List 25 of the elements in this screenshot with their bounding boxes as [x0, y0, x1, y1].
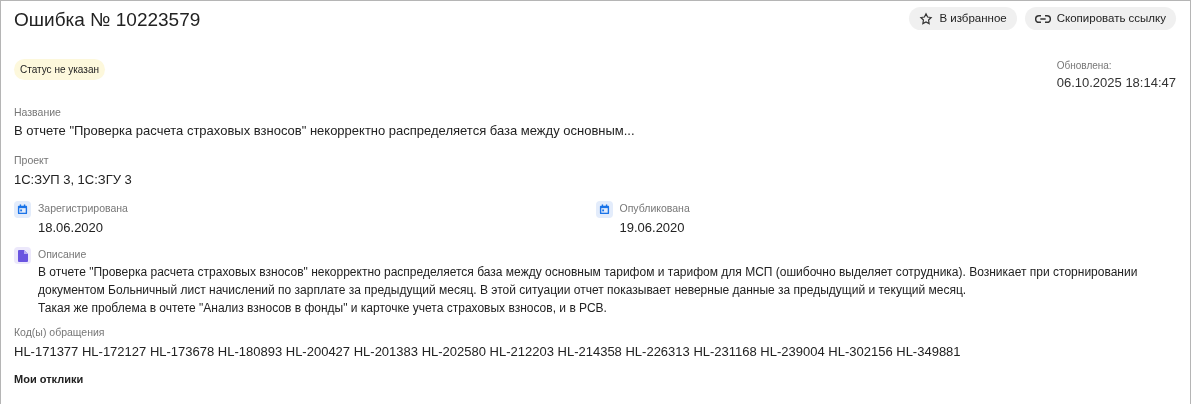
document-icon — [14, 247, 31, 265]
description-label: Описание — [38, 247, 88, 263]
project-label: Проект — [14, 152, 50, 168]
updated-label: Обновлена: — [1056, 59, 1113, 73]
description-text: В отчете "Проверка расчета страховых взносов" некорректно распределяется база между основным тарифом и тарифом для МСП (ошибочно выделяет сотрудника). Возникает при сторнировании документом Больничный лист начислений по зарплате за предыдущий месяц. В этой ситуации отчет показывает неверные данные за предыдущий и текущий месяц. — [38, 264, 1139, 299]
codes-value: HL-171377 HL-172127 HL-173678 HL-180893 HL-200427 HL-201383 HL-202580 HL-212203 HL-214358 HL-226313 HL-231168 HL-239004 HL-302156 HL-349881 — [14, 342, 962, 361]
date-value: 19.06.2020 — [619, 218, 686, 237]
status-badge: Статус не указан — [14, 59, 105, 80]
calendar-icon — [595, 201, 613, 218]
date-label: Опубликована — [619, 201, 690, 216]
project-value: 1С:ЗУП 3, 1С:ЗГУ 3 — [14, 170, 133, 189]
date-label: Зарегистрирована — [38, 201, 128, 216]
name-value: В отчете "Проверка расчета страховых взносов" некорректно распределяется база между основным... — [14, 122, 636, 141]
section-heading: Мои отклики — [14, 372, 85, 388]
page-title: Ошибка № 10223579 — [14, 8, 201, 32]
star-icon — [919, 11, 934, 26]
date-value: 18.06.2020 — [38, 218, 105, 237]
description-text: Такая же проблема в очтете "Анализ взносов в фонды" и карточке учета страховых взносов, и в РСВ. — [38, 300, 608, 317]
calendar-icon — [14, 201, 31, 218]
favorite-button[interactable]: В избранное — [909, 7, 1017, 30]
link-icon — [1034, 13, 1051, 24]
copy-link-button[interactable]: Скопировать ссылку — [1024, 7, 1176, 30]
codes-label: Код(ы) обращения — [14, 325, 106, 340]
name-label: Название — [14, 104, 62, 120]
updated-value: 06.10.2025 18:14:47 — [1056, 74, 1176, 92]
